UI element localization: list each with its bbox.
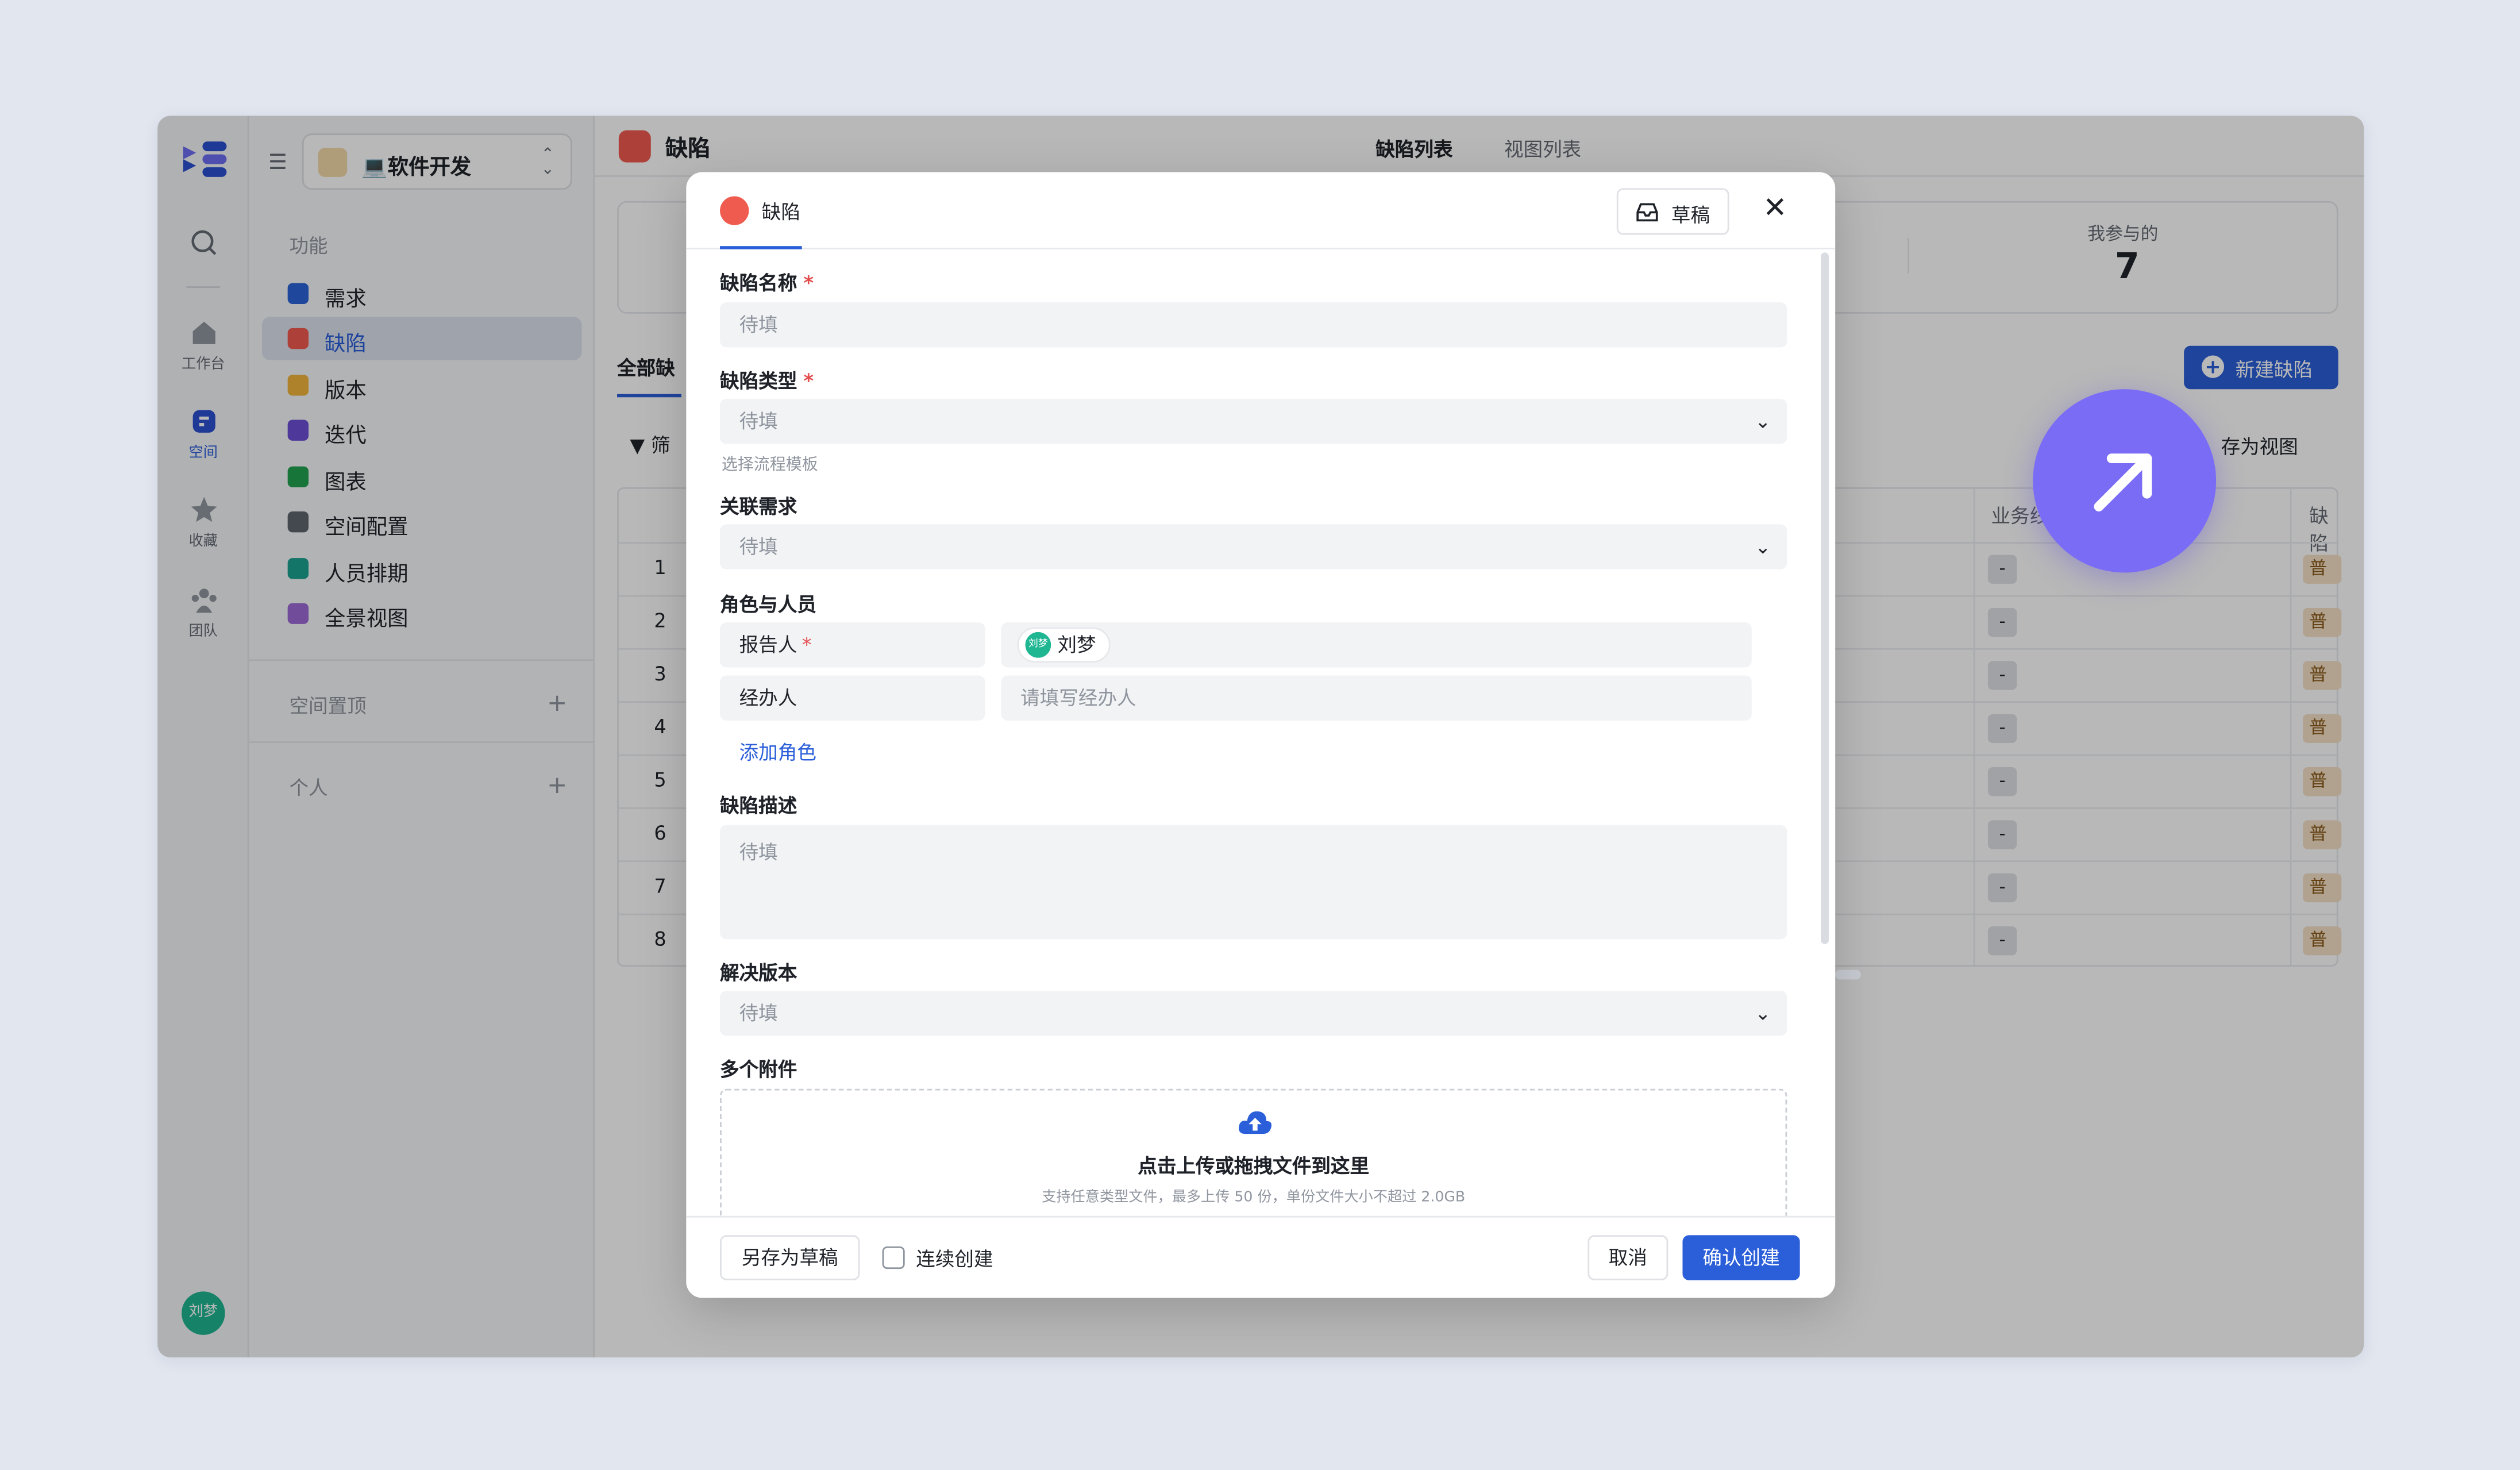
field-label-roles: 角色与人员 [720, 593, 816, 616]
modal-title[interactable]: 缺陷 [762, 198, 800, 225]
table-horizontal-scrollbar[interactable] [1835, 969, 1861, 980]
avatar: 刘梦 [1025, 631, 1051, 657]
type-hint: 选择流程模板 [721, 456, 818, 475]
continuous-create-label[interactable]: 连续创建 [916, 1245, 993, 1272]
field-label-attachments: 多个附件 [720, 1058, 797, 1081]
required-mark: * [802, 633, 812, 656]
drafts-button[interactable]: 草稿 [1616, 188, 1729, 235]
arrow-up-right-icon [2094, 453, 2152, 511]
chevron-down-icon: ⌄ [1755, 1002, 1771, 1025]
upload-title: 点击上传或拖拽文件到这里 [1138, 1155, 1370, 1177]
defect-name-input[interactable]: 待填 [720, 302, 1787, 348]
add-role-link[interactable]: 添加角色 [739, 738, 816, 766]
field-label-type: 缺陷类型 * [720, 370, 814, 392]
related-requirement-select[interactable]: 待填 ⌄ [720, 524, 1787, 569]
chevron-down-icon: ⌄ [1755, 535, 1771, 559]
field-label-name: 缺陷名称 * [720, 271, 814, 295]
field-label-requirement: 关联需求 [720, 495, 797, 518]
resolve-version-select[interactable]: 待填 ⌄ [720, 990, 1787, 1036]
modal-footer: 另存为草稿 连续创建 取消 确认创建 [686, 1215, 1836, 1298]
handler-input[interactable]: 请填写经办人 [1001, 675, 1752, 721]
confirm-create-button[interactable]: 确认创建 [1682, 1235, 1800, 1280]
modal-scrollbar[interactable] [1821, 252, 1829, 944]
field-label-version: 解决版本 [720, 961, 797, 984]
role-reporter-label: 报告人 * [720, 622, 985, 668]
active-tab-underline [720, 246, 802, 249]
close-icon[interactable]: ✕ [1763, 194, 1787, 224]
cancel-button[interactable]: 取消 [1587, 1235, 1669, 1280]
modal-body: 缺陷名称 * 待填 缺陷类型 * 待填 ⌄ 选择流程模板 关联需求 待填 ⌄ 角色与… [686, 251, 1835, 1216]
chevron-down-icon: ⌄ [1755, 410, 1771, 433]
save-as-draft-button[interactable]: 另存为草稿 [720, 1235, 860, 1280]
modal-header: 缺陷 草稿 ✕ [686, 172, 1836, 249]
role-handler-label: 经办人 [720, 675, 985, 721]
reporter-field[interactable]: 刘梦 刘梦 [1001, 622, 1752, 668]
create-defect-modal: 缺陷 草稿 ✕ 缺陷名称 * 待填 缺陷类型 * 待填 ⌄ 选择流程模板 关联需求 … [686, 172, 1836, 1298]
required-mark: * [803, 370, 814, 392]
upload-dropzone[interactable]: 点击上传或拖拽文件到这里 支持任意类型文件，最多上传 50 份，单份文件大小不超… [720, 1088, 1787, 1216]
field-label-description: 缺陷描述 [720, 794, 797, 817]
cloud-upload-icon [1239, 1111, 1271, 1134]
upload-hint: 支持任意类型文件，最多上传 50 份，单份文件大小不超过 2.0GB [1042, 1190, 1466, 1207]
defect-icon [720, 196, 749, 225]
required-mark: * [803, 271, 814, 295]
defect-type-select[interactable]: 待填 ⌄ [720, 399, 1787, 444]
inbox-icon [1636, 203, 1658, 222]
description-textarea[interactable]: 待填 [720, 825, 1787, 940]
expand-button[interactable] [2033, 389, 2217, 573]
continuous-create-checkbox[interactable] [882, 1246, 905, 1269]
user-chip[interactable]: 刘梦 刘梦 [1017, 627, 1111, 663]
